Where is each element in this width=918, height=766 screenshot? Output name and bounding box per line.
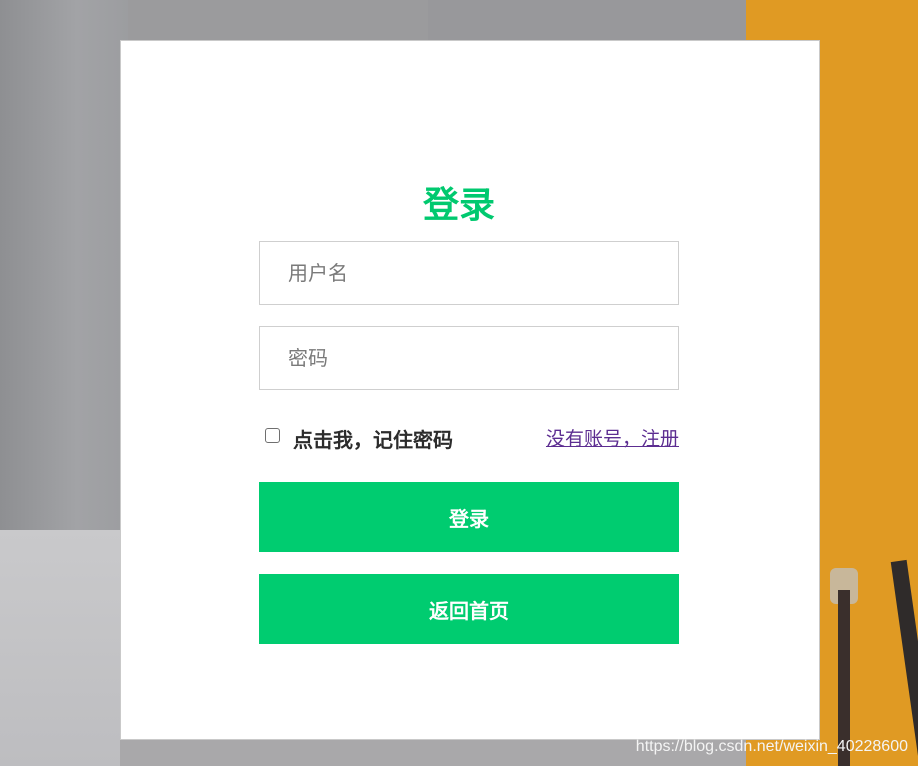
background-cabinet	[0, 530, 140, 766]
watermark-text: https://blog.csdn.net/weixin_40228600	[635, 738, 908, 755]
remember-label[interactable]: 点击我，记住密码	[293, 424, 453, 453]
register-link[interactable]: 没有账号，注册	[546, 424, 679, 451]
back-home-button[interactable]: 返回首页	[259, 574, 679, 644]
options-row: 点击我，记住密码 没有账号，注册	[259, 422, 679, 454]
login-title: 登录	[422, 185, 495, 226]
password-input[interactable]	[259, 326, 679, 390]
remember-checkbox[interactable]	[265, 428, 280, 443]
username-input[interactable]	[259, 241, 679, 305]
login-button[interactable]: 登录	[259, 482, 679, 552]
